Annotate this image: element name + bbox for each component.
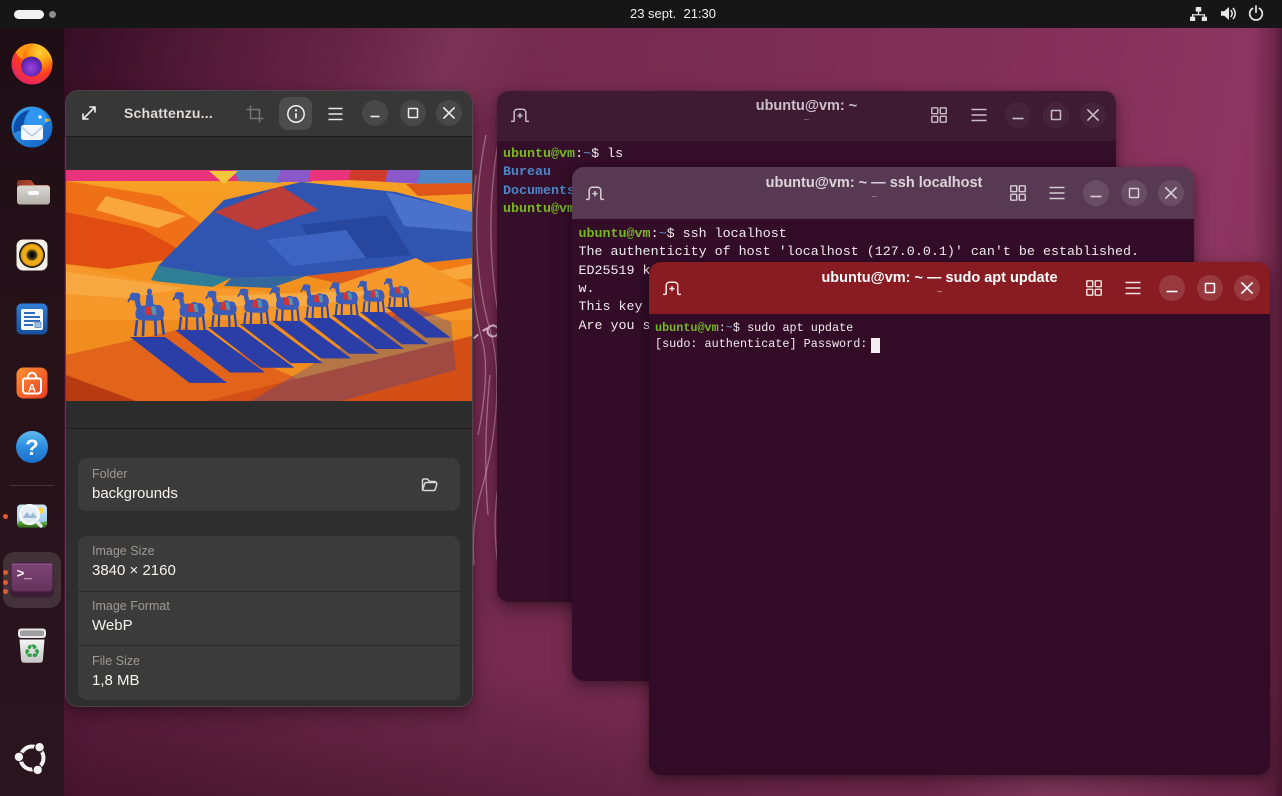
svg-text:>_: >_ (17, 567, 33, 582)
svg-text:A: A (28, 383, 36, 395)
svg-text:♻: ♻ (23, 642, 40, 663)
svg-text:?: ? (25, 435, 38, 460)
